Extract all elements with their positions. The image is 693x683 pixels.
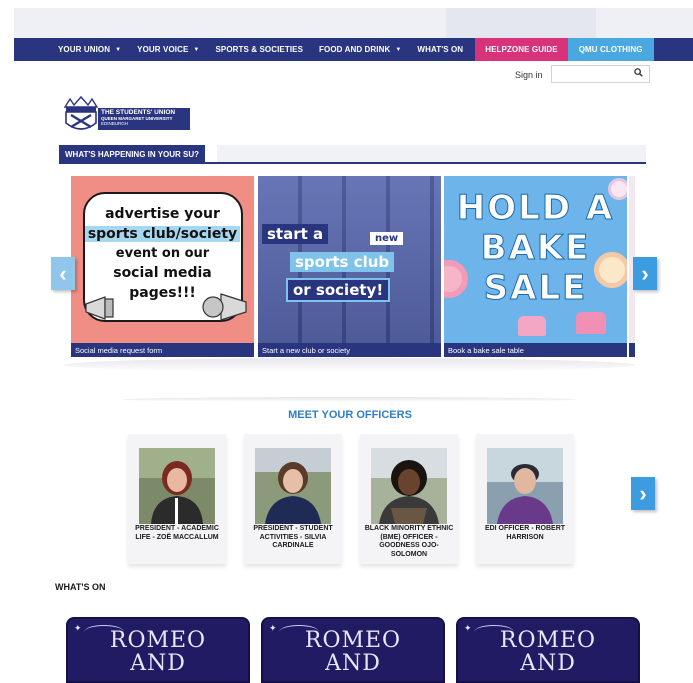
event-title-line: AND [130, 651, 186, 676]
event-title-line: ROMEO [109, 628, 207, 653]
chevron-down-icon: ▼ [115, 46, 122, 53]
search-icon[interactable] [634, 68, 643, 80]
nav-label: YOUR VOICE [137, 45, 189, 54]
event-title-line: ROMEO [304, 628, 402, 653]
nav-label: YOUR UNION [58, 45, 111, 54]
event-title-line: ROMEO [499, 628, 597, 653]
nav-helpzone-guide[interactable]: HELPZONE GUIDE [475, 38, 568, 61]
section-divider [122, 397, 577, 402]
slide-text: HOLD A [456, 188, 615, 229]
top-strip-segment [446, 8, 596, 38]
officer-name: BLACK MINORITY ETHNIC (BME) OFFICER - GO… [364, 525, 454, 558]
logo-line-3: EDINBURGH [101, 121, 129, 126]
chevron-down-icon: ▼ [395, 46, 402, 53]
slide-caption: Book a bake sale table [444, 343, 627, 357]
logo-plate: THE STUDENTS' UNION QUEEN MARGARET UNIVE… [98, 108, 190, 130]
event-title-line: AND [520, 651, 576, 676]
nav-whats-on[interactable]: WHAT'S ON [417, 38, 463, 61]
browser-top-strip [14, 8, 693, 38]
chevron-down-icon: ▼ [193, 46, 200, 53]
slide-text: new [370, 232, 404, 245]
officer-name: PRESIDENT - ACADEMIC LIFE - ZOË MACCALLU… [135, 525, 219, 541]
nav-label: WHAT'S ON [417, 45, 464, 54]
crown-crest-icon [63, 95, 99, 130]
officer-card[interactable]: BLACK MINORITY ETHNIC (BME) OFFICER - GO… [360, 434, 458, 564]
slide-start-new-club[interactable]: start a new sports club or society! Star… [258, 176, 441, 357]
slide-text: sports club/society [71, 226, 254, 242]
nav-qmu-clothing[interactable]: QMU CLOTHING [567, 38, 654, 61]
slide-text: social media [113, 265, 212, 281]
slide-text: SALE [483, 268, 588, 309]
slide-text: event on our [115, 246, 210, 261]
officers-next-button[interactable]: › [631, 477, 655, 510]
event-title: ROMEO AND [68, 629, 248, 675]
header-rule-fill [217, 145, 646, 162]
carousel-shadow [63, 358, 635, 372]
nav-your-union[interactable]: YOUR UNION ▼ [58, 38, 121, 61]
officer-photo [487, 448, 563, 524]
slide-text: advertise your [105, 206, 220, 222]
slide-text: sports club [290, 252, 395, 272]
event-card[interactable]: ✦ ROMEO AND [66, 617, 250, 683]
nav-label: SPORTS & SOCIETIES [215, 45, 304, 54]
slide-caption-strip [629, 343, 635, 357]
search-input[interactable] [551, 65, 650, 83]
nav-your-voice[interactable]: YOUR VOICE ▼ [137, 38, 199, 61]
officer-photo [255, 448, 331, 524]
carousel-prev-button[interactable]: ‹ [51, 257, 75, 290]
main-nav: YOUR UNION ▼ YOUR VOICE ▼ SPORTS & SOCIE… [14, 38, 693, 61]
officer-card[interactable]: EDI OFFICER - ROBERT HARRISON [476, 434, 574, 564]
slide-text: or society! [286, 278, 391, 302]
officer-name: PRESIDENT - STUDENT ACTIVITIES - SILVIA … [253, 525, 333, 549]
cupcake-icon [576, 312, 606, 334]
officer-photo [139, 448, 215, 524]
event-title-line: AND [325, 651, 381, 676]
slide-text: start a [262, 224, 329, 244]
event-card[interactable]: ✦ ROMEO AND [261, 617, 445, 683]
slide-social-media-request[interactable]: advertise your sports club/society event… [71, 176, 254, 357]
su-logo[interactable]: THE STUDENTS' UNION QUEEN MARGARET UNIVE… [62, 95, 190, 135]
event-title: ROMEO AND [263, 629, 443, 675]
whats-happening-header: WHAT'S HAPPENING IN YOUR SU? [59, 145, 646, 164]
slide-caption: Social media request form [71, 343, 254, 357]
whats-happening-title: WHAT'S HAPPENING IN YOUR SU? [59, 145, 206, 164]
megaphone-icon [85, 296, 114, 320]
carousel-next-button[interactable]: › [633, 257, 657, 290]
officer-name: EDI OFFICER - ROBERT HARRISON [484, 525, 566, 541]
slide-caption: Start a new club or society [258, 343, 441, 357]
event-card[interactable]: ✦ ROMEO AND [456, 617, 640, 683]
whats-on-title: WHAT'S ON [55, 582, 106, 592]
officers-title: MEET YOUR OFFICERS [288, 409, 412, 421]
logo-line-1: THE STUDENTS' UNION [101, 109, 176, 116]
nav-sports-societies[interactable]: SPORTS & SOCIETIES [215, 38, 303, 61]
nav-food-and-drink[interactable]: FOOD AND DRINK ▼ [319, 38, 401, 61]
cupcake-icon [518, 316, 546, 336]
officer-card[interactable]: PRESIDENT - STUDENT ACTIVITIES - SILVIA … [244, 434, 342, 564]
slide-text-highlight: sports club/society [84, 226, 241, 242]
officer-card[interactable]: PRESIDENT - ACADEMIC LIFE - ZOË MACCALLU… [128, 434, 226, 564]
event-title: ROMEO AND [458, 629, 638, 675]
slide-bake-sale[interactable]: HOLD A BAKE SALE Book a bake sale table [444, 176, 627, 357]
nav-label: FOOD AND DRINK [319, 45, 391, 54]
sign-in-link[interactable]: Sign in [515, 70, 543, 80]
officer-photo [371, 448, 447, 524]
megaphone-icon [202, 293, 247, 321]
slide-text: BAKE [480, 228, 591, 269]
